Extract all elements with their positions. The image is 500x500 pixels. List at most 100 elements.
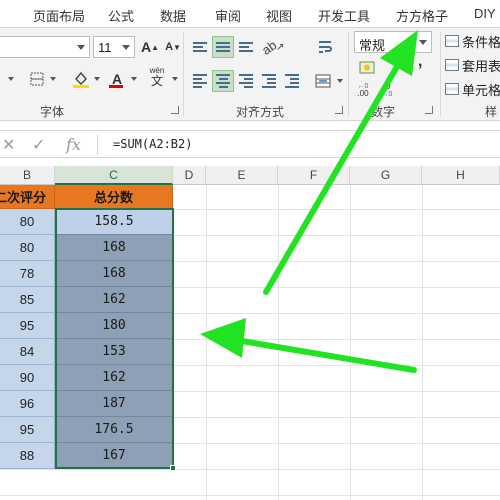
cell-c[interactable]: 168 <box>55 261 173 287</box>
align-right-button[interactable] <box>235 70 257 92</box>
phonetic-icon: 文 <box>150 74 163 88</box>
cell-c[interactable]: 176.5 <box>55 417 173 443</box>
styles-group-label: 样 <box>485 105 498 119</box>
align-bottom-button[interactable] <box>235 36 257 58</box>
chevron-down-icon <box>122 45 130 50</box>
cell-c[interactable]: 187 <box>55 391 173 417</box>
orientation-icon: ab <box>258 36 280 58</box>
cell-b[interactable]: 96 <box>0 391 55 417</box>
cell-b[interactable]: 95 <box>0 313 55 339</box>
cell-b[interactable]: 88 <box>0 443 55 469</box>
grid-line <box>278 185 279 500</box>
cell-b[interactable]: 85 <box>0 287 55 313</box>
tab-fangfangezi[interactable]: 方方格子 <box>396 6 448 25</box>
merge-cells-icon <box>315 74 331 88</box>
column-header-c[interactable]: C <box>55 166 173 185</box>
orientation-button[interactable]: ab ↗ <box>259 36 287 58</box>
shrink-font-button[interactable]: A ▼ <box>162 36 184 58</box>
font-dialog-launcher-icon[interactable] <box>171 106 179 114</box>
wrap-text-icon <box>319 41 332 53</box>
cell-c[interactable]: 162 <box>55 287 173 313</box>
column-header-h[interactable]: H <box>422 166 500 185</box>
cell-c[interactable]: 162 <box>55 365 173 391</box>
decrease-indent-icon <box>262 74 276 88</box>
fill-handle[interactable] <box>170 465 176 471</box>
align-left-button[interactable] <box>189 70 211 92</box>
column-header-b[interactable]: B <box>0 166 55 185</box>
column-header-e[interactable]: E <box>206 166 278 185</box>
increase-indent-button[interactable] <box>281 70 303 92</box>
grid-line <box>350 185 351 500</box>
accounting-format-button[interactable] <box>356 57 378 79</box>
borders-button[interactable] <box>26 68 48 90</box>
cell-c[interactable]: 153 <box>55 339 173 365</box>
fill-color-icon <box>73 71 89 88</box>
align-center-icon <box>216 74 230 88</box>
align-middle-button[interactable] <box>212 36 234 58</box>
grow-font-button[interactable]: A ▲ <box>139 36 161 58</box>
decimal-decrease-label: .0 <box>383 81 391 91</box>
font-name-select[interactable] <box>0 36 90 58</box>
align-center-button[interactable] <box>212 70 234 92</box>
cell-b[interactable]: 80 <box>0 235 55 261</box>
conditional-format-button[interactable]: 条件格 <box>445 31 500 51</box>
check-enter-icon[interactable]: ✓ <box>32 135 45 155</box>
phonetic-guide-button[interactable]: wén 文 <box>144 66 170 88</box>
chevron-down-icon <box>8 77 14 81</box>
format-as-table-button[interactable]: 套用表 <box>445 55 500 75</box>
header-cell-second-score[interactable]: 二次评分 <box>0 185 55 209</box>
column-header-d[interactable]: D <box>173 166 206 185</box>
arrow-annotation-icon <box>200 318 417 373</box>
number-format-select[interactable]: 常规 <box>354 31 432 53</box>
column-header-f[interactable]: F <box>278 166 350 185</box>
comma-style-button[interactable]: , <box>418 53 422 71</box>
decrease-indent-button[interactable] <box>258 70 280 92</box>
column-header-g[interactable]: G <box>350 166 422 185</box>
cell-b[interactable]: 90 <box>0 365 55 391</box>
wrap-text-button[interactable] <box>314 36 336 58</box>
decrease-decimal-button[interactable]: .0 →0 <box>376 79 398 101</box>
cell-style-icon <box>445 83 459 95</box>
format-as-table-label: 套用表 <box>462 58 500 74</box>
chevron-down-icon <box>77 45 85 50</box>
cell-c[interactable]: 168 <box>55 235 173 261</box>
group-separator <box>183 32 184 116</box>
cell-b[interactable]: 95 <box>0 417 55 443</box>
align-left-icon <box>193 74 207 88</box>
tab-view[interactable]: 视图 <box>266 6 292 25</box>
cell-b[interactable]: 80 <box>0 209 55 235</box>
cell-styles-button[interactable]: 单元格 <box>445 79 500 99</box>
cell-c[interactable]: 158.5 <box>55 209 173 235</box>
cell-c[interactable]: 167 <box>55 443 173 469</box>
number-dialog-launcher-icon[interactable] <box>425 106 433 114</box>
header-cell-total-score[interactable]: 总分数 <box>55 185 173 209</box>
merge-center-button[interactable] <box>312 70 334 92</box>
cell-b[interactable]: 78 <box>0 261 55 287</box>
chevron-down-icon <box>337 79 343 83</box>
conditional-format-icon <box>445 35 459 47</box>
x-cancel-icon[interactable]: ✕ <box>2 135 15 155</box>
ribbon-panel: 11 A ▲ A ▼ A wén 文 字体 ab ↗ 对齐方式 常规 , ←0 … <box>0 28 500 121</box>
tab-formulas[interactable]: 公式 <box>108 6 134 25</box>
chevron-down-icon <box>419 40 427 45</box>
cell-c[interactable]: 180 <box>55 313 173 339</box>
chevron-down-icon <box>131 77 137 81</box>
tab-data[interactable]: 数据 <box>160 6 186 25</box>
tab-diy[interactable]: DIY <box>474 6 496 21</box>
font-color-button[interactable]: A <box>106 68 128 90</box>
alignment-dialog-launcher-icon[interactable] <box>335 106 343 114</box>
tab-page-layout[interactable]: 页面布局 <box>33 6 85 25</box>
increase-decimal-button[interactable]: ←0 .00 <box>352 79 374 101</box>
grid-line <box>422 185 423 500</box>
percent-icon <box>359 61 375 74</box>
formula-input[interactable]: =SUM(A2:B2) <box>113 137 192 151</box>
font-size-select[interactable]: 11 <box>93 36 135 58</box>
fx-icon[interactable]: fx <box>66 135 81 154</box>
cell-b[interactable]: 84 <box>0 339 55 365</box>
align-top-button[interactable] <box>189 36 211 58</box>
chevron-down-icon <box>172 77 178 81</box>
tab-developer[interactable]: 开发工具 <box>318 6 370 25</box>
shrink-font-icon: A <box>165 41 174 53</box>
fill-color-button[interactable] <box>70 68 92 90</box>
tab-review[interactable]: 审阅 <box>215 6 241 25</box>
